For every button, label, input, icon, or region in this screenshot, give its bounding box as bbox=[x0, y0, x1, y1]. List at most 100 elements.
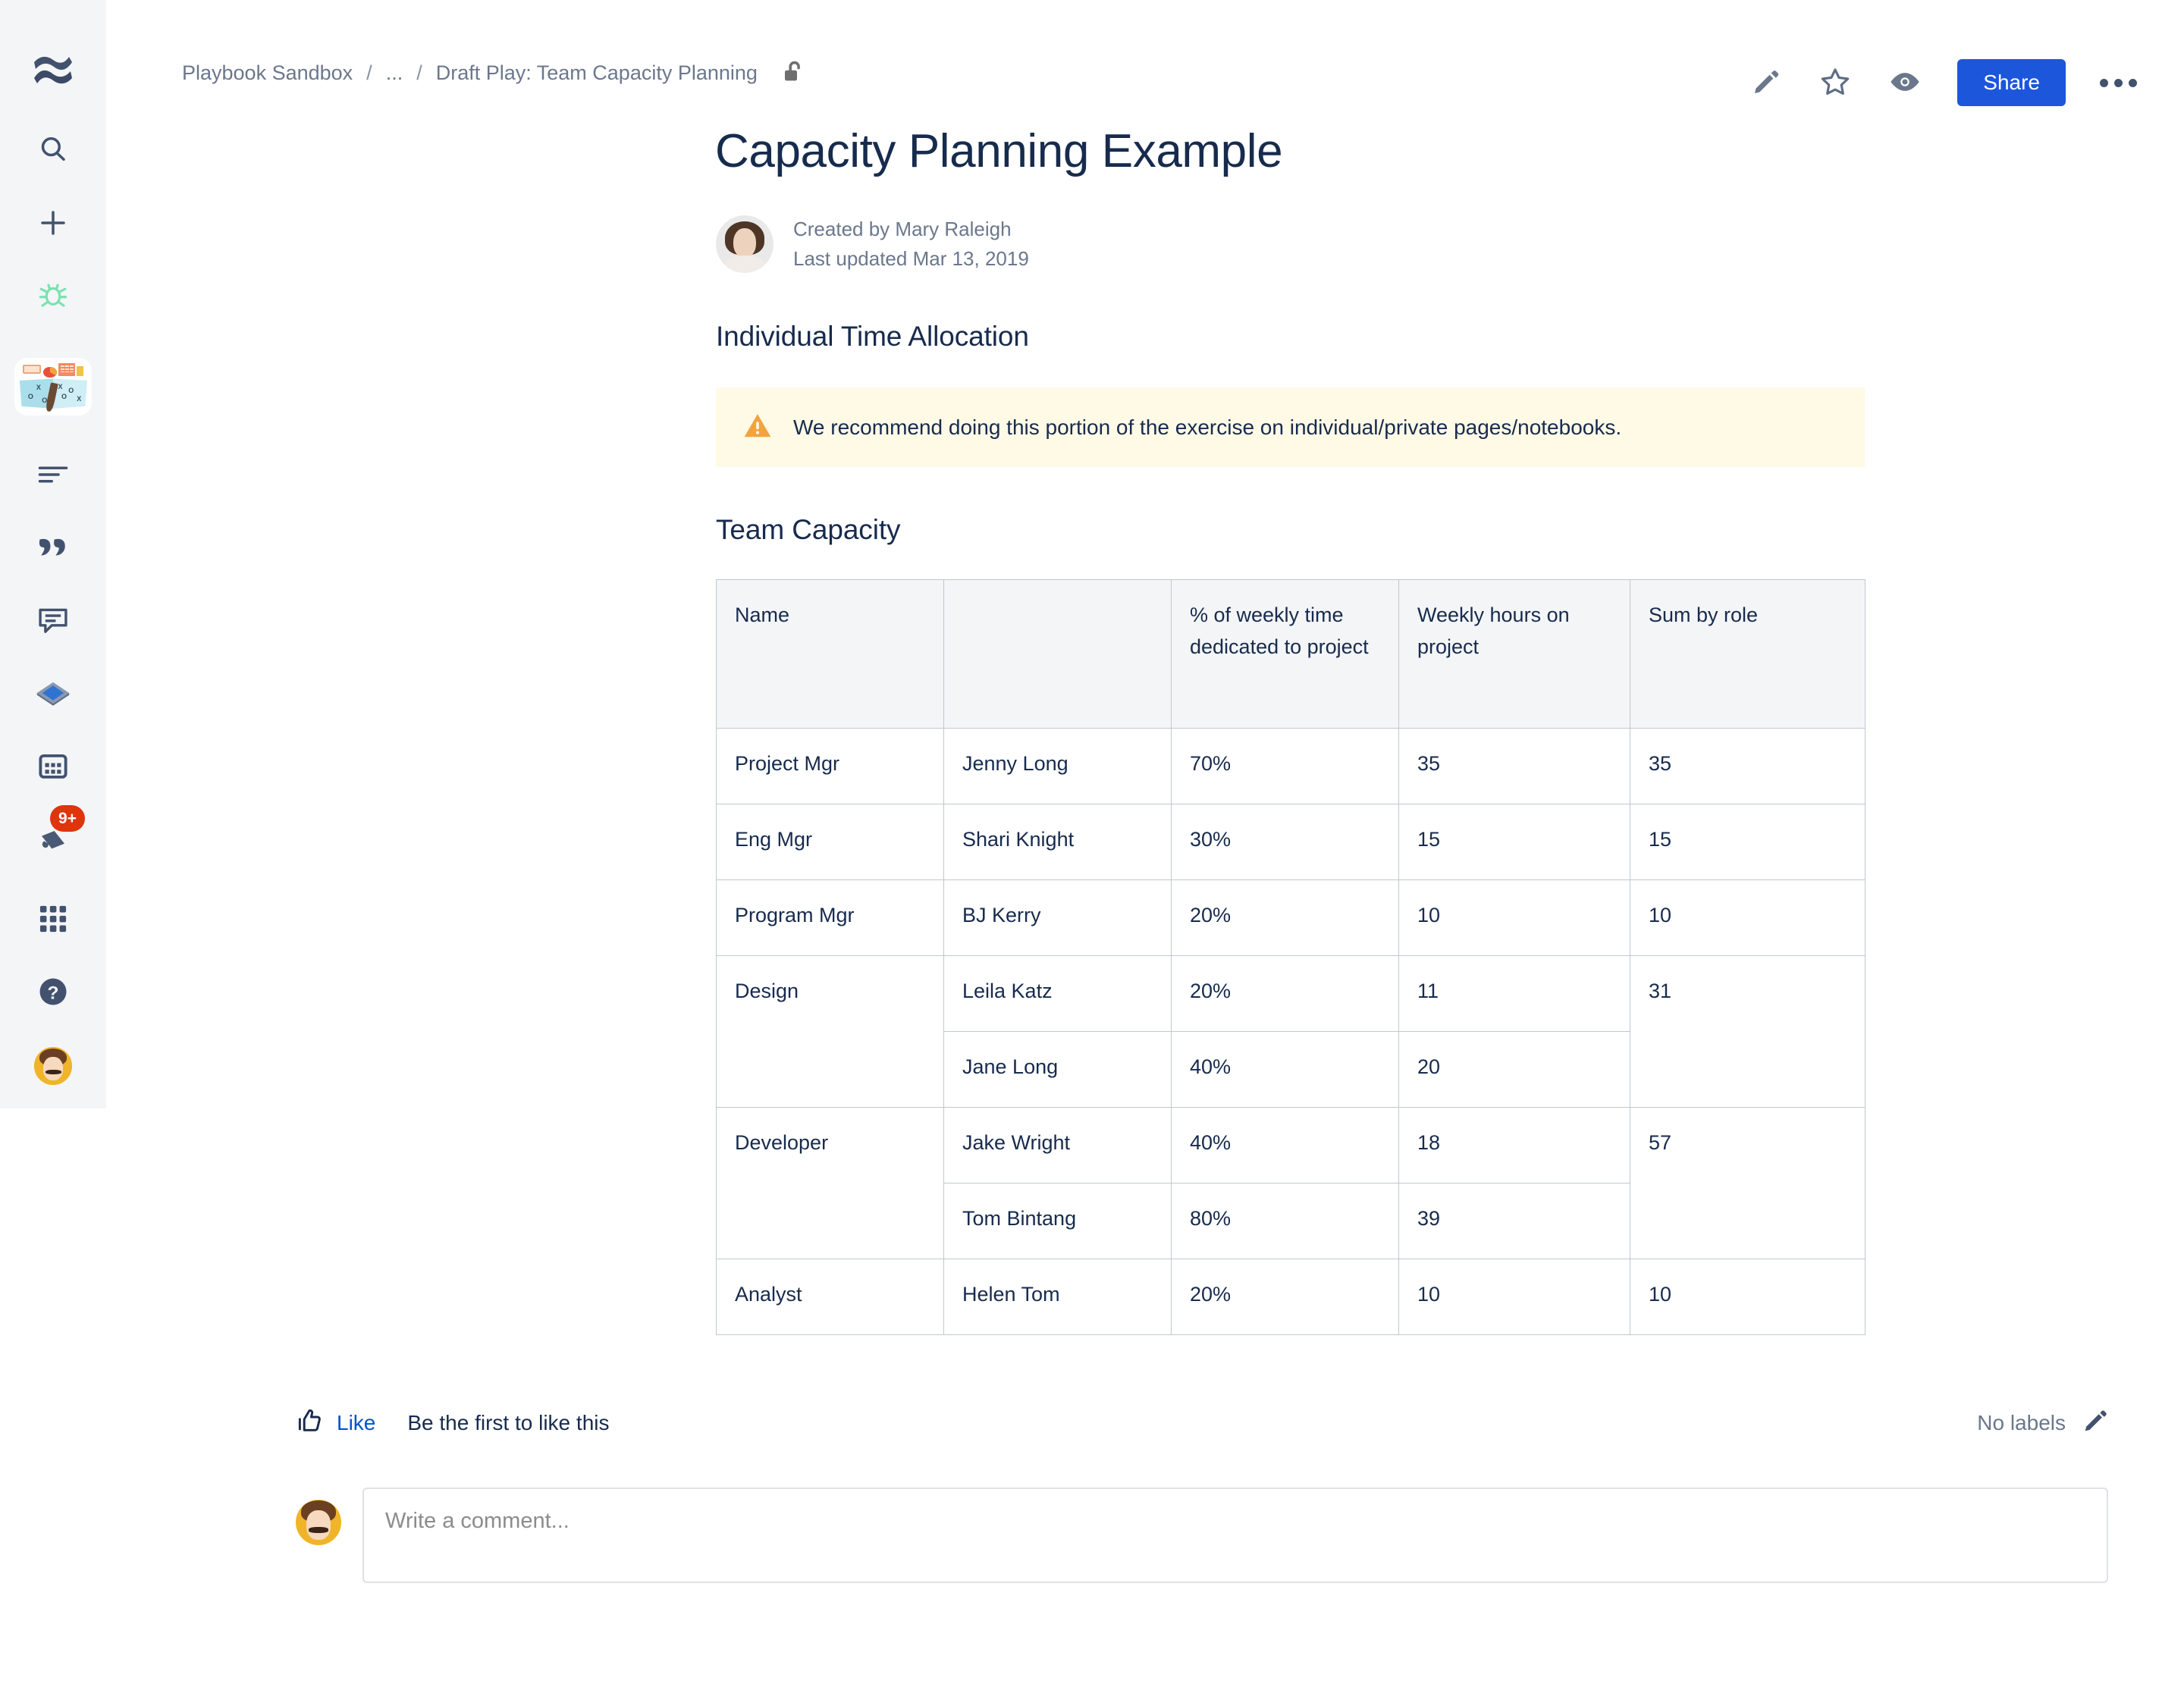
like-note: Be the first to like this bbox=[407, 1410, 610, 1434]
created-by-text: Created by Mary Raleigh bbox=[793, 218, 1012, 240]
sidebar-item-playbook-sandbox[interactable]: X O O X O O X bbox=[17, 350, 89, 423]
breadcrumb-space[interactable]: Playbook Sandbox bbox=[182, 61, 353, 85]
sidebar-item-confluence-logo[interactable] bbox=[17, 35, 89, 108]
sidebar-item-search[interactable] bbox=[17, 115, 89, 188]
like-label[interactable]: Like bbox=[337, 1411, 375, 1435]
cell-role: Developer bbox=[716, 1107, 944, 1259]
warning-triangle-icon bbox=[743, 412, 772, 443]
more-actions-button[interactable] bbox=[2099, 65, 2137, 100]
cell-sum-by-role: 15 bbox=[1630, 804, 1866, 880]
cell-person: BJ Kerry bbox=[943, 879, 1172, 956]
warning-panel: We recommend doing this portion of the e… bbox=[716, 387, 1865, 467]
sidebar-item-profile[interactable] bbox=[17, 1030, 89, 1102]
table-header: Name % of weekly time dedicated to proje… bbox=[716, 579, 1866, 729]
cell-hours: 39 bbox=[1398, 1183, 1630, 1259]
cell-role: Program Mgr bbox=[716, 879, 944, 956]
svg-text:?: ? bbox=[48, 983, 59, 1003]
breadcrumb-ellipsis[interactable]: ... bbox=[386, 61, 403, 85]
sidebar-item-blog[interactable] bbox=[17, 513, 89, 585]
cell-person: Tom Bintang bbox=[943, 1183, 1172, 1259]
cell-hours: 10 bbox=[1398, 1259, 1630, 1335]
cell-percent: 40% bbox=[1171, 1031, 1399, 1108]
column-header-hours: Weekly hours on project bbox=[1398, 579, 1630, 729]
confluence-logo-icon bbox=[33, 55, 74, 89]
playbook-thumbnail-icon: X O O X O O X bbox=[18, 362, 88, 412]
sidebar-item-create[interactable] bbox=[17, 188, 89, 261]
notification-badge: 9+ bbox=[50, 805, 85, 832]
cell-percent: 20% bbox=[1171, 955, 1399, 1032]
share-button[interactable]: Share bbox=[1957, 59, 2066, 107]
like-button[interactable]: Like bbox=[296, 1408, 375, 1437]
sidebar-item-bug[interactable] bbox=[17, 261, 89, 334]
thumbs-up-icon bbox=[296, 1408, 323, 1437]
watch-button[interactable] bbox=[1887, 65, 1922, 100]
comment-placeholder: Write a comment... bbox=[385, 1509, 570, 1533]
cell-sum-by-role: 31 bbox=[1630, 955, 1866, 1108]
cell-hours: 11 bbox=[1398, 955, 1630, 1032]
inbox-icon bbox=[36, 679, 71, 711]
star-button[interactable] bbox=[1818, 65, 1853, 100]
cell-hours: 18 bbox=[1398, 1107, 1630, 1184]
breadcrumb: Playbook Sandbox / ... / Draft Play: Tea… bbox=[182, 59, 806, 86]
cell-person: Jane Long bbox=[943, 1031, 1172, 1108]
column-header-name: Name bbox=[716, 579, 944, 729]
cell-person: Jenny Long bbox=[943, 728, 1172, 804]
cell-person: Shari Knight bbox=[943, 804, 1172, 880]
table-body: Project Mgr Jenny Long 70% 35 35 Eng Mgr Shari… bbox=[716, 728, 1866, 1335]
labels-text: No labels bbox=[1977, 1410, 2066, 1434]
pencil-icon bbox=[1750, 67, 1781, 99]
table-row: Eng Mgr Shari Knight 30% 15 15 bbox=[716, 804, 1866, 880]
main-area: Playbook Sandbox / ... / Draft Play: Tea… bbox=[106, 0, 2184, 1693]
section-heading-individual-time-allocation: Individual Time Allocation bbox=[716, 321, 1029, 352]
team-capacity-table: Name % of weekly time dedicated to proje… bbox=[716, 579, 1866, 1335]
table-row: Design Leila Katz 20% 11 31 bbox=[716, 955, 1866, 1108]
sidebar-item-help[interactable]: ? bbox=[17, 957, 89, 1030]
cell-person: Leila Katz bbox=[943, 955, 1172, 1032]
cell-role: Eng Mgr bbox=[716, 804, 944, 880]
help-icon: ? bbox=[37, 976, 69, 1011]
labels-area: No labels bbox=[1977, 1408, 2108, 1437]
cell-percent: 20% bbox=[1171, 1259, 1399, 1335]
cell-percent: 70% bbox=[1171, 728, 1399, 804]
cell-hours: 15 bbox=[1398, 804, 1630, 880]
comment-row: Write a comment... bbox=[106, 1488, 2184, 1583]
author-avatar[interactable] bbox=[716, 215, 774, 273]
warning-text: We recommend doing this portion of the e… bbox=[793, 415, 1622, 439]
edit-button[interactable] bbox=[1748, 65, 1783, 100]
byline-text-block: Created by Mary Raleigh Last updated Mar… bbox=[793, 215, 1029, 274]
star-icon bbox=[1819, 66, 1851, 100]
cell-role: Design bbox=[716, 955, 944, 1108]
sidebar-item-inbox[interactable] bbox=[17, 658, 89, 731]
sidebar-item-pages[interactable] bbox=[17, 440, 89, 513]
cell-sum-by-role: 10 bbox=[1630, 879, 1866, 956]
cell-person: Jake Wright bbox=[943, 1107, 1172, 1184]
section-heading-team-capacity: Team Capacity bbox=[716, 514, 901, 545]
labels-edit-pencil-icon[interactable] bbox=[2082, 1408, 2108, 1437]
page-actions: Share bbox=[1748, 59, 2137, 107]
page-footer: Like Be the first to like this No labels bbox=[106, 1408, 2184, 1437]
page-title: Capacity Planning Example bbox=[715, 125, 1283, 177]
cell-hours: 10 bbox=[1398, 879, 1630, 956]
unlocked-padlock-icon[interactable] bbox=[782, 59, 806, 86]
breadcrumb-separator-1: / bbox=[366, 61, 372, 84]
comment-box[interactable]: Write a comment... bbox=[362, 1488, 2108, 1583]
cell-role: Analyst bbox=[716, 1259, 944, 1335]
app-switcher-icon bbox=[39, 905, 67, 937]
cell-sum-by-role: 10 bbox=[1630, 1259, 1866, 1335]
sidebar-item-calendars[interactable] bbox=[17, 731, 89, 804]
ellipsis-icon bbox=[2099, 78, 2137, 87]
cell-role: Project Mgr bbox=[716, 728, 944, 804]
breadcrumb-page[interactable]: Draft Play: Team Capacity Planning bbox=[436, 61, 758, 85]
cell-hours: 20 bbox=[1398, 1031, 1630, 1108]
cell-sum-by-role: 35 bbox=[1630, 728, 1866, 804]
sidebar-item-notifications[interactable]: 9+ bbox=[17, 804, 89, 876]
sidebar-item-apps[interactable] bbox=[17, 884, 89, 957]
confluence-page: X O O X O O X 9+ ? Playbook Sandbox / ..… bbox=[0, 0, 2184, 1693]
cell-hours: 35 bbox=[1398, 728, 1630, 804]
current-user-avatar bbox=[296, 1500, 341, 1545]
table-row: Program Mgr BJ Kerry 20% 10 10 bbox=[716, 879, 1866, 956]
last-updated-text: Last updated Mar 13, 2019 bbox=[793, 247, 1029, 270]
sidebar-item-comments[interactable] bbox=[17, 585, 89, 658]
eye-icon bbox=[1888, 70, 1922, 96]
cell-percent: 30% bbox=[1171, 804, 1399, 880]
